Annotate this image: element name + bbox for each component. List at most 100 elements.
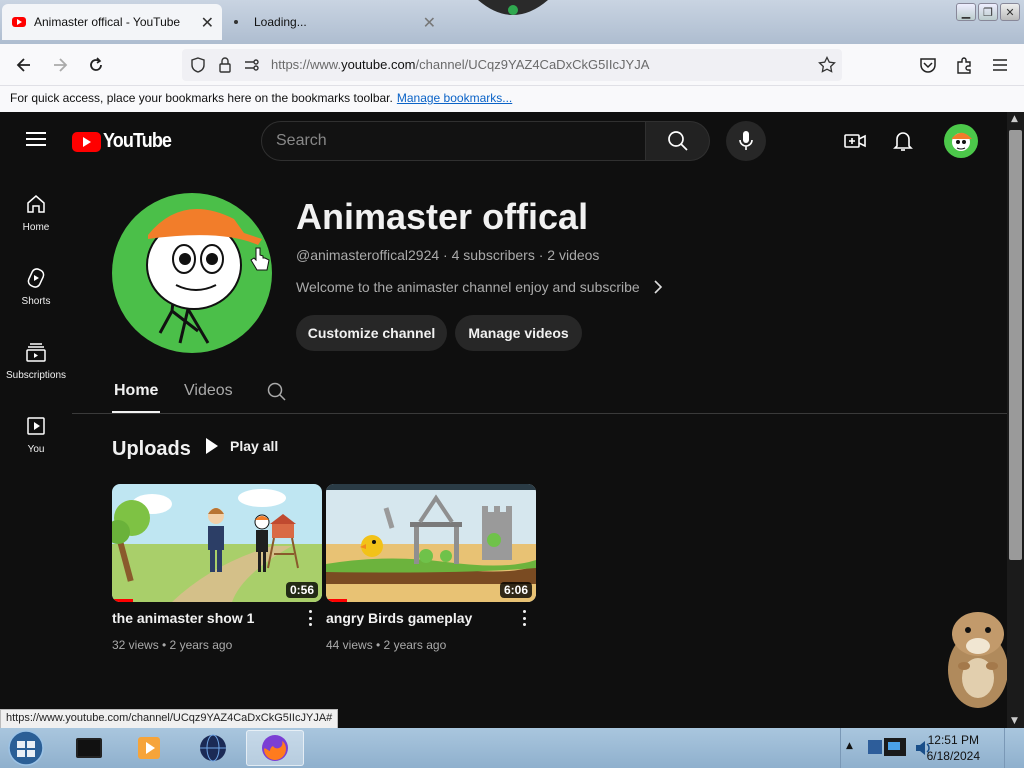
- show-desktop-button[interactable]: [1004, 728, 1024, 768]
- pocket-icon[interactable]: [917, 54, 939, 76]
- search-button[interactable]: [646, 121, 710, 161]
- browser-nav-bar: https://www.youtube.com/channel/UCqz9YAZ…: [0, 44, 1024, 86]
- close-window-button[interactable]: ✕: [1000, 3, 1020, 21]
- taskbar-app-firefox[interactable]: [246, 730, 304, 766]
- youtube-favicon-icon: [12, 17, 26, 27]
- menu-icon[interactable]: [989, 54, 1011, 76]
- create-video-icon[interactable]: [843, 129, 867, 153]
- channel-search-icon[interactable]: [267, 382, 287, 402]
- restore-button[interactable]: ❐: [978, 3, 998, 21]
- play-all-button[interactable]: Play all: [206, 438, 278, 454]
- voice-search-button[interactable]: [726, 121, 766, 161]
- sidebar-item-home[interactable]: Home: [0, 192, 72, 233]
- sidebar-item-label: Subscriptions: [5, 370, 67, 381]
- firefox-icon: [262, 735, 288, 761]
- tab-close-icon[interactable]: ✕: [423, 13, 436, 32]
- mouse-pointer-hand-icon: [250, 247, 270, 271]
- home-icon: [27, 195, 45, 213]
- globe-app-icon: [200, 734, 226, 762]
- lock-icon[interactable]: [218, 56, 232, 74]
- bookmarks-toolbar: For quick access, place your bookmarks h…: [0, 86, 1024, 112]
- youtube-logo[interactable]: YouTube: [72, 130, 179, 153]
- channel-avatar-character-icon: [146, 209, 262, 344]
- taskbar: ▲ 12:51 PM 6/18/2024: [0, 728, 1024, 768]
- url-prefix: https://www.: [271, 57, 342, 72]
- video-thumbnail[interactable]: 0:56: [112, 484, 322, 602]
- search-input[interactable]: [276, 130, 626, 152]
- channel-description[interactable]: Welcome to the animaster channel enjoy a…: [296, 279, 663, 295]
- sidebar-item-subscriptions[interactable]: Subscriptions: [0, 340, 72, 381]
- reload-icon[interactable]: [85, 54, 107, 76]
- search-icon: [667, 131, 688, 151]
- watched-progress-bar: [326, 599, 347, 602]
- video-duration: 0:56: [285, 582, 318, 598]
- manage-videos-button[interactable]: Manage videos: [455, 315, 582, 351]
- watched-progress-bar: [112, 599, 133, 602]
- youtube-page: YouTube Home Shorts Subscriptions You: [0, 112, 1007, 728]
- video-title[interactable]: the animaster show 1: [112, 610, 254, 626]
- minimize-button[interactable]: ▁: [956, 3, 976, 21]
- taskbar-app-terminal[interactable]: [60, 730, 118, 766]
- show-hidden-icons-icon[interactable]: ▲: [846, 741, 853, 751]
- clock-time: 12:51 PM: [927, 733, 979, 747]
- video-more-options-icon[interactable]: [306, 608, 314, 628]
- hamburger-menu-icon[interactable]: [26, 132, 46, 146]
- tab-youtube[interactable]: Animaster offical - YouTube ✕: [2, 4, 222, 40]
- video-meta: 44 views • 2 years ago: [326, 638, 447, 652]
- taskbar-app-globe[interactable]: [184, 730, 242, 766]
- sidebar-item-label: Home: [22, 222, 50, 233]
- sidebar-item-you[interactable]: You: [0, 414, 72, 455]
- page-scrollbar[interactable]: ▲ ▼: [1007, 112, 1024, 728]
- play-all-label: Play all: [230, 438, 279, 454]
- back-icon[interactable]: [13, 54, 35, 76]
- scroll-down-icon[interactable]: ▼: [1011, 716, 1018, 726]
- tray-network-icon[interactable]: [866, 736, 910, 760]
- tab-close-icon[interactable]: ✕: [201, 13, 214, 32]
- tray-divider: [840, 728, 841, 768]
- account-avatar[interactable]: [944, 124, 978, 158]
- window-controls: ▁ ❐ ✕: [956, 3, 1020, 21]
- shorts-icon: [27, 268, 45, 288]
- url-bar[interactable]: https://www.youtube.com/channel/UCqz9YAZ…: [182, 49, 842, 81]
- logo-text: YouTube: [103, 130, 172, 152]
- bookmark-star-icon[interactable]: [818, 56, 836, 74]
- extensions-icon[interactable]: [953, 54, 975, 76]
- section-title: Uploads: [112, 438, 191, 460]
- chevron-right-icon: [654, 280, 662, 294]
- subscriptions-icon: [26, 343, 46, 362]
- video-more-options-icon[interactable]: [520, 608, 528, 628]
- tab-title: Loading...: [254, 15, 307, 29]
- tab-videos[interactable]: Videos: [184, 382, 233, 400]
- taskbar-app-media[interactable]: [120, 730, 178, 766]
- channel-name: Animaster offical: [296, 196, 589, 237]
- terminal-app-icon: [76, 738, 102, 758]
- channel-avatar[interactable]: [112, 193, 272, 353]
- play-icon: [206, 438, 218, 454]
- video-thumbnail[interactable]: 6:06: [326, 484, 536, 602]
- url-text: https://www.youtube.com/channel/UCqz9YAZ…: [271, 57, 649, 72]
- video-meta: 32 views • 2 years ago: [112, 638, 233, 652]
- you-icon: [27, 417, 45, 435]
- manage-bookmarks-link[interactable]: Manage bookmarks...: [397, 91, 512, 105]
- video-title[interactable]: angry Birds gameplay: [326, 610, 472, 626]
- video-duration: 6:06: [499, 582, 532, 598]
- status-url-tooltip: https://www.youtube.com/channel/UCqz9YAZ…: [0, 709, 339, 729]
- system-clock[interactable]: 12:51 PM 6/18/2024: [927, 732, 980, 764]
- permissions-icon[interactable]: [244, 58, 260, 72]
- scroll-up-icon[interactable]: ▲: [1011, 114, 1018, 124]
- shield-icon[interactable]: [190, 57, 206, 73]
- tab-loading[interactable]: Loading... ✕: [228, 4, 440, 40]
- forward-icon[interactable]: [49, 54, 71, 76]
- tab-home[interactable]: Home: [114, 382, 158, 400]
- start-button[interactable]: [6, 729, 46, 767]
- sidebar-item-shorts[interactable]: Shorts: [0, 266, 72, 307]
- channel-description-text: Welcome to the animaster channel enjoy a…: [296, 279, 640, 295]
- scrollbar-thumb[interactable]: [1009, 130, 1022, 560]
- sidebar-item-label: You: [27, 444, 45, 455]
- channel-meta: @animasteroffical2924 · 4 subscribers · …: [296, 247, 600, 263]
- customize-channel-button[interactable]: Customize channel: [296, 315, 447, 351]
- youtube-play-logo-icon: [72, 131, 101, 152]
- tab-title: Animaster offical - YouTube: [34, 15, 181, 29]
- notifications-bell-icon[interactable]: [891, 129, 915, 153]
- desktop-mascot-hamster-icon: [948, 612, 1007, 708]
